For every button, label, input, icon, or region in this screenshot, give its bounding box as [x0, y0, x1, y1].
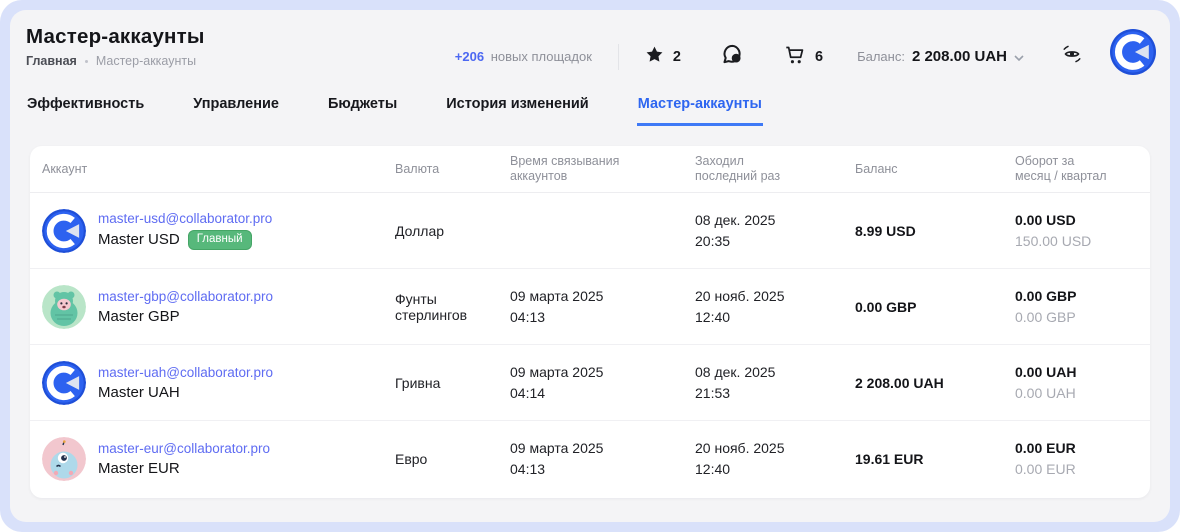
balance-label: Баланс:: [857, 49, 905, 64]
avatar-collaborator-logo: [42, 361, 86, 405]
topbar-left: Мастер-аккаунты Главная Мастер-аккаунты: [26, 25, 205, 68]
account-name: Master USD: [98, 231, 180, 248]
account-cell: master-eur@collaborator.pro Master EUR: [30, 437, 395, 481]
breadcrumb-home-link[interactable]: Главная: [26, 54, 77, 68]
avatar-green-monster: [42, 285, 86, 329]
watch-mode-button[interactable]: [1060, 42, 1084, 71]
favorites-count: 2: [673, 49, 681, 65]
breadcrumb: Главная Мастер-аккаунты: [26, 54, 205, 68]
tab-effectiveness[interactable]: Эффективность: [26, 96, 145, 126]
currency-cell: Гривна: [395, 375, 510, 391]
account-cell: master-gbp@collaborator.pro Master GBP: [30, 285, 395, 329]
column-header-turnover: Оборот за месяц / квартал: [1015, 154, 1150, 184]
shopping-cart-icon: [784, 44, 806, 70]
turnover-cell: 0.00 GBP 0.00 GBP: [1015, 286, 1150, 328]
favorites-button[interactable]: 2: [645, 45, 681, 68]
balance-dropdown[interactable]: Баланс: 2 208.00 UAH: [857, 48, 1024, 66]
avatar-collaborator-logo: [42, 209, 86, 253]
column-header-currency: Валюта: [395, 162, 510, 177]
balance-cell: 8.99 USD: [855, 223, 1015, 239]
account-email-link[interactable]: master-eur@collaborator.pro: [98, 441, 270, 456]
turnover-cell: 0.00 EUR 0.00 EUR: [1015, 438, 1150, 480]
account-email-link[interactable]: master-gbp@collaborator.pro: [98, 289, 273, 304]
app-window: Мастер-аккаунты Главная Мастер-аккаунты …: [10, 10, 1170, 522]
account-name: Master EUR: [98, 460, 180, 477]
cart-count: 6: [815, 49, 823, 65]
last-visit-cell: 20 нояб. 202512:40: [695, 286, 855, 328]
table-row: master-gbp@collaborator.pro Master GBP Ф…: [30, 269, 1150, 345]
balance-cell: 0.00 GBP: [855, 299, 1015, 315]
column-header-account: Аккаунт: [30, 162, 395, 177]
topbar: Мастер-аккаунты Главная Мастер-аккаунты …: [10, 10, 1170, 80]
tab-master-accounts[interactable]: Мастер-аккаунты: [637, 96, 763, 126]
last-visit-cell: 08 дек. 202520:35: [695, 210, 855, 252]
tab-change-history[interactable]: История изменений: [445, 96, 589, 126]
chat-bubble-icon: [721, 43, 744, 71]
avatar-pink-monster: [42, 437, 86, 481]
account-meta: master-usd@collaborator.pro Master USD Г…: [98, 211, 272, 251]
column-header-last-visit: Заходил последний раз: [695, 154, 855, 184]
cart-button[interactable]: 6: [784, 44, 823, 70]
linked-at-cell: 09 марта 202504:13: [510, 438, 695, 480]
last-visit-cell: 20 нояб. 202512:40: [695, 438, 855, 480]
new-platforms-link[interactable]: +206 новых площадок: [455, 49, 592, 64]
account-cell: master-uah@collaborator.pro Master UAH: [30, 361, 395, 405]
currency-cell: Евро: [395, 451, 510, 467]
section-tabs: Эффективность Управление Бюджеты История…: [10, 80, 1170, 126]
account-cell: master-usd@collaborator.pro Master USD Г…: [30, 209, 395, 253]
tab-budgets[interactable]: Бюджеты: [327, 96, 398, 126]
breadcrumb-separator: [85, 60, 88, 63]
master-accounts-table: Аккаунт Валюта Время связывания аккаунто…: [30, 146, 1150, 498]
turnover-cell: 0.00 UAH 0.00 UAH: [1015, 362, 1150, 404]
account-email-link[interactable]: master-usd@collaborator.pro: [98, 211, 272, 226]
notifications-button[interactable]: [721, 43, 744, 71]
page-title: Мастер-аккаунты: [26, 25, 205, 49]
app-frame: Мастер-аккаунты Главная Мастер-аккаунты …: [0, 0, 1180, 532]
account-meta: master-uah@collaborator.pro Master UAH: [98, 365, 273, 401]
new-platforms-count: +206: [455, 49, 484, 64]
account-email-link[interactable]: master-uah@collaborator.pro: [98, 365, 273, 380]
column-header-balance: Баланс: [855, 162, 1015, 177]
tab-management[interactable]: Управление: [192, 96, 280, 126]
column-header-linked-at: Время связывания аккаунтов: [510, 154, 695, 184]
primary-badge: Главный: [188, 230, 252, 251]
balance-value: 2 208.00 UAH: [912, 48, 1007, 65]
star-icon: [645, 45, 664, 68]
table-row: master-uah@collaborator.pro Master UAH Г…: [30, 345, 1150, 421]
last-visit-cell: 08 дек. 202521:53: [695, 362, 855, 404]
table-row: master-eur@collaborator.pro Master EUR Е…: [30, 421, 1150, 497]
chevron-down-icon: [1014, 48, 1024, 66]
balance-cell: 19.61 EUR: [855, 451, 1015, 467]
currency-cell: Фунты стерлингов: [395, 291, 510, 323]
profile-logo-button[interactable]: [1110, 29, 1156, 80]
table-row: master-usd@collaborator.pro Master USD Г…: [30, 193, 1150, 269]
new-platforms-label: новых площадок: [491, 49, 592, 64]
turnover-cell: 0.00 USD 150.00 USD: [1015, 210, 1150, 252]
breadcrumb-current: Мастер-аккаунты: [96, 54, 196, 68]
topbar-divider: [618, 44, 619, 70]
collaborator-logo-icon: [1110, 29, 1156, 80]
table-header-row: Аккаунт Валюта Время связывания аккаунто…: [30, 146, 1150, 193]
account-meta: master-eur@collaborator.pro Master EUR: [98, 441, 270, 477]
linked-at-cell: 09 марта 202504:14: [510, 362, 695, 404]
linked-at-cell: 09 марта 202504:13: [510, 286, 695, 328]
account-name: Master GBP: [98, 308, 180, 325]
topbar-right: +206 новых площадок 2: [455, 33, 1156, 80]
currency-cell: Доллар: [395, 223, 510, 239]
account-meta: master-gbp@collaborator.pro Master GBP: [98, 289, 273, 325]
eye-icon: [1060, 42, 1084, 71]
account-name: Master UAH: [98, 384, 180, 401]
balance-cell: 2 208.00 UAH: [855, 375, 1015, 391]
